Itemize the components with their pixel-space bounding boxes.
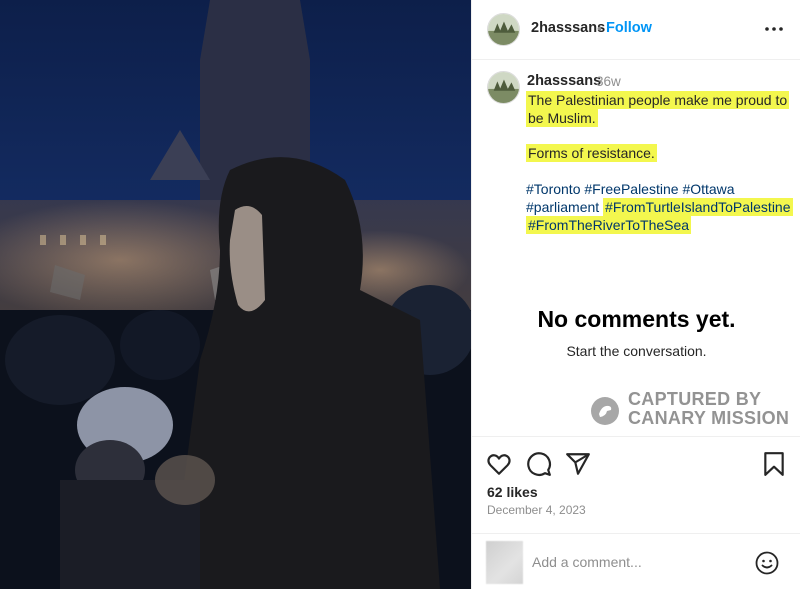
caption-avatar[interactable] (487, 71, 520, 104)
canary-logo-icon (591, 397, 619, 425)
follow-button[interactable]: Follow (606, 20, 652, 36)
comment-composer (472, 533, 800, 589)
watermark-text: CAPTURED BY CANARY MISSION (628, 390, 789, 428)
caption-username[interactable]: 2hasssans (527, 73, 601, 89)
caption-line: The Palestinian people make me proud to (526, 91, 790, 109)
post-date[interactable]: December 4, 2023 (487, 503, 586, 517)
comment-bubble-icon[interactable] (526, 451, 552, 477)
paper-plane-icon[interactable] (565, 451, 591, 477)
caption-text: The Palestinian people make me proud to (526, 91, 790, 109)
avatar-image (488, 14, 519, 45)
hashtag-row: #FromTheRiverToTheSea (526, 216, 692, 234)
separator-dot: • (597, 20, 602, 36)
smiley-icon[interactable] (755, 551, 779, 575)
likes-count[interactable]: 62 likes (487, 484, 538, 500)
avatar-image (488, 72, 519, 103)
no-comments-title: No comments yet. (537, 306, 736, 332)
hashtag-link[interactable]: #Toronto (526, 181, 580, 197)
watermark-line: CAPTURED BY (628, 389, 762, 409)
more-horizontal-icon[interactable] (764, 22, 784, 36)
heart-icon[interactable] (486, 451, 512, 477)
comment-input[interactable] (532, 551, 752, 573)
caption-text: Forms of resistance. (526, 144, 657, 162)
caption-text: be Muslim. (526, 109, 598, 127)
post-side-panel: 2hasssans • Follow 2hasssans 36w The Pal… (471, 0, 800, 589)
hashtag-link[interactable]: #parliament (526, 199, 599, 215)
caption-timestamp[interactable]: 36w (596, 74, 621, 89)
post-username[interactable]: 2hasssans (531, 20, 605, 36)
hashtag-link[interactable]: #Ottawa (682, 181, 734, 197)
caption-line: be Muslim. (526, 109, 598, 127)
caption-line: Forms of resistance. (526, 144, 657, 162)
protest-night-photo (0, 0, 471, 589)
hashtag-row: #parliament #FromTurtleIslandToPalestine (526, 198, 793, 216)
post-actions: 62 likes December 4, 2023 (472, 436, 800, 589)
blurred-avatar (486, 541, 523, 584)
hashtag-link[interactable]: #FromTurtleIslandToPalestine (603, 198, 793, 216)
bookmark-icon[interactable] (761, 451, 787, 477)
watermark-line: CANARY MISSION (628, 408, 790, 428)
watermark: CAPTURED BY CANARY MISSION (590, 390, 790, 432)
post-photo (0, 0, 471, 589)
hashtag-row: #Toronto #FreePalestine #Ottawa (526, 180, 735, 198)
hashtag-link[interactable]: #FreePalestine (584, 181, 678, 197)
no-comments-subtitle: Start the conversation. (566, 343, 707, 359)
hashtag-link[interactable]: #FromTheRiverToTheSea (526, 216, 692, 234)
user-avatar[interactable] (487, 13, 520, 46)
post-header: 2hasssans • Follow (472, 0, 800, 60)
